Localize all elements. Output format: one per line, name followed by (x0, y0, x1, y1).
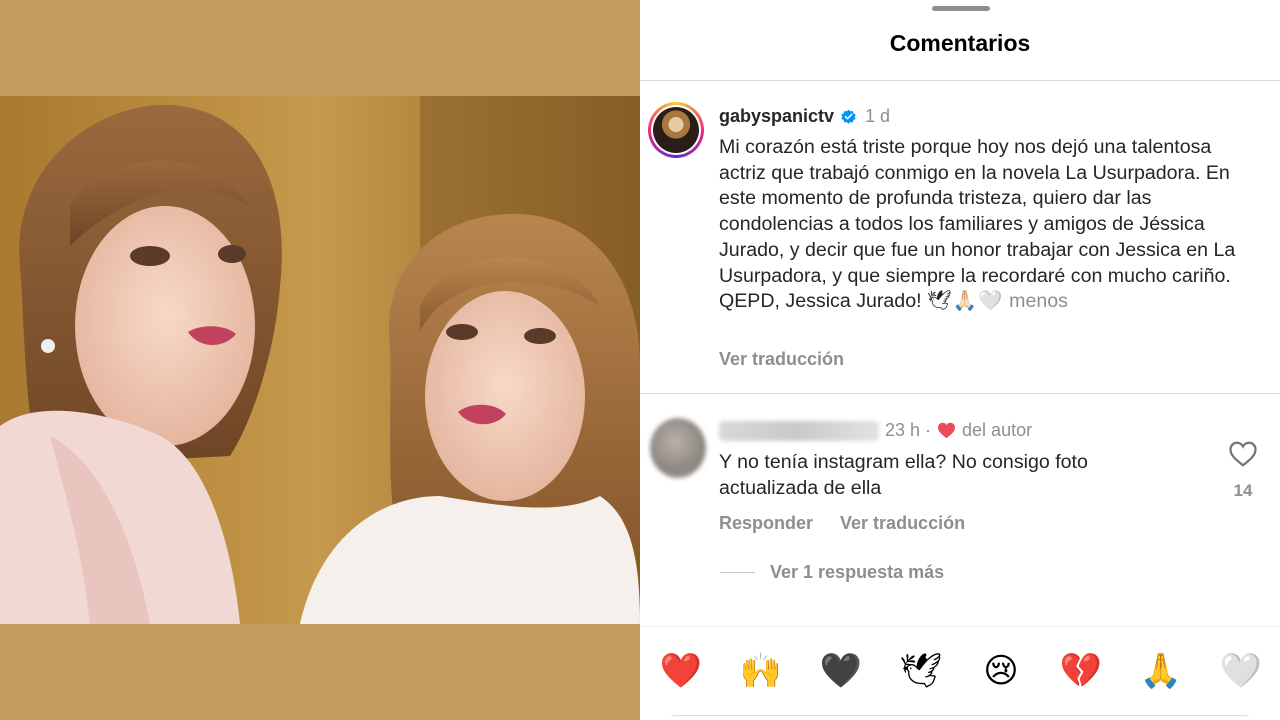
caption-text: Mi corazón está triste porque hoy nos de… (719, 136, 1236, 313)
emoji-dove-button[interactable]: 🕊 (897, 647, 945, 695)
photo-illustration (0, 96, 640, 624)
comment-input-edge (670, 715, 1250, 720)
less-button[interactable]: menos (1009, 290, 1068, 312)
emoji-white-heart-button[interactable]: 🤍 (1217, 647, 1265, 695)
post-see-translation-button[interactable]: Ver traducción (719, 349, 844, 370)
commenter-avatar[interactable] (650, 418, 706, 478)
post-username[interactable]: gabyspanictv (719, 106, 834, 127)
emoji-black-heart-button[interactable]: 🖤 (817, 647, 865, 695)
caption-emojis: 🕊🙏🏻🤍 (927, 290, 1004, 313)
view-more-replies-button[interactable]: Ver 1 respuesta más (720, 562, 944, 583)
author-liked-heart-icon (938, 422, 956, 439)
like-comment-heart-icon[interactable] (1228, 440, 1258, 468)
commenter-username-blurred[interactable] (719, 420, 879, 441)
reply-button[interactable]: Responder (719, 513, 813, 534)
post-photo (0, 96, 640, 624)
post-header: gabyspanictv 1 d (719, 106, 890, 127)
comment-text: Y no tenía instagram ella? No consigo fo… (719, 451, 1088, 499)
divider (640, 393, 1280, 394)
comment-see-translation-button[interactable]: Ver traducción (840, 513, 965, 534)
post-photo-panel (0, 0, 640, 720)
author-liked-label: del autor (962, 420, 1033, 440)
sheet-drag-handle[interactable] (932, 6, 990, 11)
emoji-raised-hands-button[interactable]: 🙌 (737, 647, 785, 695)
post-author-avatar[interactable] (648, 102, 704, 158)
comment-time: 23 h · (885, 420, 932, 440)
emoji-folded-hands-button[interactable]: 🙏 (1137, 647, 1185, 695)
comment-actions: Responder Ver traducción (719, 513, 965, 534)
sheet-title: Comentarios (889, 30, 1031, 56)
divider (640, 626, 1280, 627)
emoji-quick-reactions: ❤️ 🙌 🖤 🕊 😢 💔 🙏 🤍 (640, 647, 1280, 695)
emoji-red-heart-button[interactable]: ❤️ (657, 647, 705, 695)
comment-header: 23 h · del autor (719, 420, 1032, 441)
view-more-replies-label: Ver 1 respuesta más (770, 562, 945, 582)
verified-badge-icon (841, 109, 856, 124)
emoji-broken-heart-button[interactable]: 💔 (1057, 647, 1105, 695)
emoji-crying-face-button[interactable]: 😢 (977, 647, 1025, 695)
comment-like-count: 14 (1233, 481, 1253, 500)
post-caption: Mi corazón está triste porque hoy nos de… (719, 135, 1259, 315)
post-time: 1 d (865, 106, 891, 126)
divider (640, 80, 1280, 81)
replies-line (720, 572, 755, 573)
comments-sheet: Comentarios gabyspanictv 1 d Mi corazón … (640, 0, 1280, 720)
